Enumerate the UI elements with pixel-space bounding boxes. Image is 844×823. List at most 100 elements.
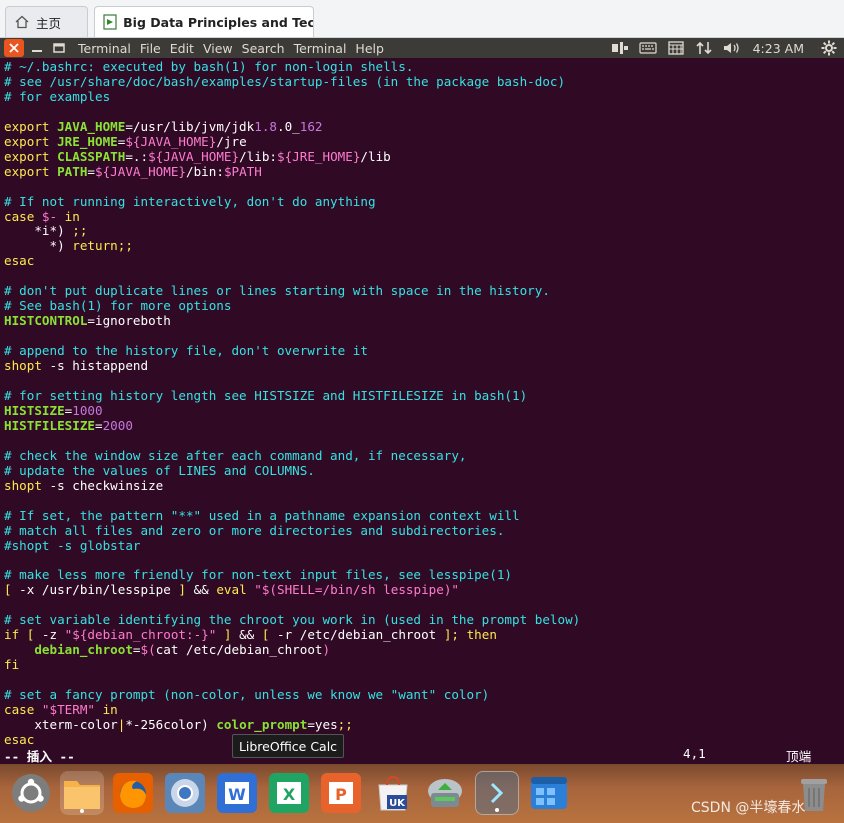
code-token: export	[4, 133, 58, 149]
menu-terminal[interactable]: Terminal	[294, 41, 347, 56]
editor-line[interactable]: export JRE_HOME=${JAVA_HOME}/jre	[4, 134, 247, 149]
gear-icon[interactable]	[818, 40, 840, 56]
network-icon[interactable]	[693, 40, 715, 56]
ubuntu-software-icon: UK	[378, 775, 408, 811]
editor-line[interactable]: # set variable identifying the chroot yo…	[4, 612, 580, 627]
code-token: "${debian_chroot:-}"	[64, 627, 217, 643]
code-token: )	[322, 642, 331, 658]
editor-line[interactable]: # If set, the pattern "**" used in a pat…	[4, 508, 520, 523]
editor-line[interactable]: # See bash(1) for more options	[4, 298, 231, 313]
editor-line[interactable]: case "$TERM" in	[4, 702, 118, 717]
maximize-window-button[interactable]	[52, 41, 66, 55]
code-token: /bin:	[186, 163, 224, 179]
code-token: =yes	[307, 716, 338, 732]
editor-line[interactable]: # see /usr/share/doc/bash/examples/start…	[4, 74, 565, 89]
editor-line[interactable]: # make less more friendly for non-text i…	[4, 567, 512, 582]
code-token: # update the values of LINES and COLUMNS…	[4, 462, 315, 478]
code-token: /jre	[216, 133, 247, 149]
editor-line[interactable]: # don't put duplicate lines or lines sta…	[4, 283, 550, 298]
code-token: # If not running interactively, don't do…	[4, 193, 376, 209]
menu-search[interactable]: Search	[242, 41, 285, 56]
editor-line[interactable]: # If not running interactively, don't do…	[4, 194, 376, 209]
dock-workspace-switcher[interactable]	[527, 771, 571, 815]
editor-line[interactable]: # ~/.bashrc: executed by bash(1) for non…	[4, 59, 413, 74]
editor-line[interactable]: shopt -s histappend	[4, 358, 148, 373]
dock-wps-presentation[interactable]: P	[319, 771, 363, 815]
dock-chromium[interactable]	[163, 771, 207, 815]
code-token: ${JRE_HOME}	[277, 148, 361, 164]
dock-files[interactable]	[60, 771, 104, 815]
editor-line[interactable]: shopt -s checkwinsize	[4, 478, 163, 493]
code-token: 2000	[102, 417, 133, 433]
editor-line[interactable]: HISTCONTROL=ignoreboth	[4, 313, 171, 328]
dock-software-updater[interactable]	[423, 771, 467, 815]
editor-line[interactable]: # for examples	[4, 89, 110, 104]
editor-line[interactable]: esac	[4, 253, 34, 268]
code-token: &&	[186, 582, 217, 598]
editor-line[interactable]: export PATH=${JAVA_HOME}/bin:$PATH	[4, 164, 262, 179]
input-method-icon[interactable]	[609, 40, 631, 56]
code-token: case	[4, 701, 42, 717]
minimize-icon	[32, 50, 42, 52]
editor-line[interactable]: *) return;;	[4, 238, 133, 254]
dock-ubuntu-software[interactable]: UK	[371, 771, 415, 815]
tab-home[interactable]: 主页	[5, 6, 88, 37]
code-token: return;;	[72, 238, 133, 254]
vim-mode-indicator: -- 插入 --	[4, 749, 75, 764]
ubuntu-logo-icon	[12, 774, 50, 812]
editor-line[interactable]: # check the window size after each comma…	[4, 448, 467, 463]
menu-view[interactable]: View	[203, 41, 233, 56]
dock-firefox[interactable]	[111, 771, 155, 815]
editor-line[interactable]: export JAVA_HOME=/usr/lib/jvm/jdk1.8.0_1…	[4, 119, 322, 134]
menu-edit[interactable]: Edit	[170, 41, 194, 56]
code-token: # set variable identifying the chroot yo…	[4, 612, 581, 628]
firefox-icon	[113, 773, 153, 813]
editor-line[interactable]: # for setting history length see HISTSIZ…	[4, 388, 527, 403]
code-token: ]	[178, 582, 186, 598]
editor-line[interactable]: xterm-color|*-256color) color_prompt=yes…	[4, 717, 353, 732]
dock-ubuntu[interactable]	[9, 771, 53, 815]
editor-line[interactable]: debian_chroot=$(cat /etc/debian_chroot)	[4, 642, 330, 657]
editor-line[interactable]: HISTFILESIZE=2000	[4, 418, 133, 433]
minimize-window-button[interactable]	[30, 41, 44, 55]
code-token: =	[95, 417, 103, 433]
editor-line[interactable]: if [ -z "${debian_chroot:-}" ] && [ -r /…	[4, 627, 497, 642]
editor-line[interactable]: case $- in	[4, 209, 80, 224]
editor-line[interactable]: esac	[4, 732, 34, 747]
menu-terminal-app[interactable]: Terminal	[78, 41, 131, 56]
menu-help[interactable]: Help	[355, 41, 384, 56]
editor-line[interactable]: # update the values of LINES and COLUMNS…	[4, 463, 315, 478]
code-token: ${JAVA_HOME}	[95, 163, 187, 179]
code-token: # don't put duplicate lines or lines sta…	[4, 283, 550, 299]
editor-line[interactable]: HISTSIZE=1000	[4, 403, 103, 418]
editor-line[interactable]: # set a fancy prompt (non-color, unless …	[4, 687, 489, 702]
editor-line[interactable]: # match all files and zero or more direc…	[4, 523, 504, 538]
clock[interactable]: 4:23 AM	[753, 41, 804, 56]
code-token: "$TERM"	[41, 701, 95, 717]
calendar-grid-icon[interactable]	[665, 40, 687, 56]
running-indicator	[80, 809, 84, 813]
editor-line[interactable]: export CLASSPATH=.:${JAVA_HOME}/lib:${JR…	[4, 149, 391, 164]
code-token: JRE_HOME	[57, 133, 118, 149]
cursor-position: 4,1	[683, 746, 706, 761]
tab-big-data[interactable]: Big Data Principles and Tech...	[94, 6, 314, 37]
editor-line[interactable]: #shopt -s globstar	[4, 538, 140, 553]
close-window-button[interactable]	[4, 39, 24, 57]
code-token: JAVA_HOME	[57, 118, 126, 134]
code-token: HISTCONTROL	[4, 313, 88, 329]
editor-line[interactable]: *i*) ;;	[4, 223, 87, 239]
editor-line[interactable]: fi	[4, 657, 19, 672]
menu-file[interactable]: File	[140, 41, 161, 56]
code-token: esac	[4, 731, 35, 747]
dock-wps-spreadsheets[interactable]: X	[267, 771, 311, 815]
volume-icon[interactable]	[721, 40, 743, 56]
editor-line[interactable]: [ -x /usr/bin/lesspipe ] && eval "$(SHEL…	[4, 582, 459, 597]
editor-line[interactable]: # append to the history file, don't over…	[4, 343, 368, 358]
dock-terminal[interactable]	[475, 771, 519, 815]
keyboard-icon[interactable]	[637, 40, 659, 56]
editor-buffer[interactable]: # ~/.bashrc: executed by bash(1) for non…	[0, 58, 844, 748]
code-token: case	[4, 208, 42, 224]
svg-text:W: W	[228, 785, 246, 804]
dock-wps-writer[interactable]: W	[215, 771, 259, 815]
terminal-window[interactable]: # ~/.bashrc: executed by bash(1) for non…	[0, 58, 844, 764]
